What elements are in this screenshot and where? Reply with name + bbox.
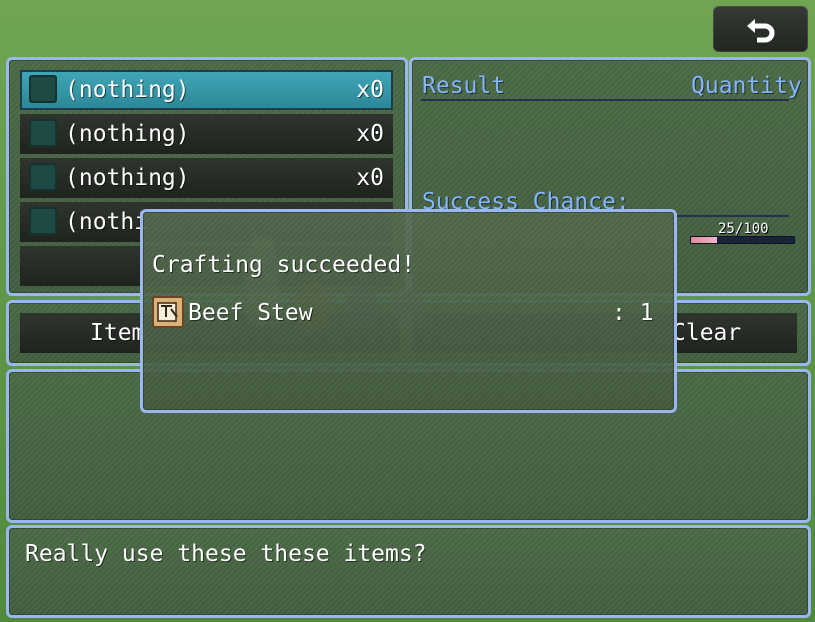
success-gauge [690,236,795,244]
empty-item-icon [29,75,57,103]
ingredient-slot-label: (nothi [65,209,149,235]
empty-item-icon [29,207,57,235]
back-button[interactable] [713,6,808,52]
ingredient-slot-3[interactable]: (nothing) x0 [20,158,393,198]
ingredient-slot-label: (nothing) [65,77,190,103]
help-text: Really use these these items? [25,541,427,567]
header-divider [421,99,789,101]
ingredient-slot-qty: x0 [356,121,384,147]
food-icon [152,296,184,328]
popup-item-count: : 1 [612,300,654,326]
success-gauge-text: 25/100 [718,221,769,237]
popup-title: Crafting succeeded! [152,252,416,278]
ingredient-slot-qty: x0 [356,77,384,103]
clear-command-label: Clear [672,320,742,346]
help-window [6,525,811,618]
quantity-header: Quantity [691,73,802,99]
ingredient-slot-2[interactable]: (nothing) x0 [20,114,393,154]
popup-item-name: Beef Stew [188,300,313,326]
items-command-label: Item [90,320,146,346]
ingredient-slot-qty: x0 [356,165,384,191]
result-header: Result [422,73,506,99]
empty-item-icon [29,163,57,191]
success-gauge-fill [691,237,717,243]
ingredient-slot-label: (nothing) [65,165,190,191]
ingredient-slot-label: (nothing) [65,121,190,147]
return-arrow-icon [747,19,775,43]
empty-item-icon [29,119,57,147]
ingredient-slot-1[interactable]: (nothing) x0 [20,70,393,110]
